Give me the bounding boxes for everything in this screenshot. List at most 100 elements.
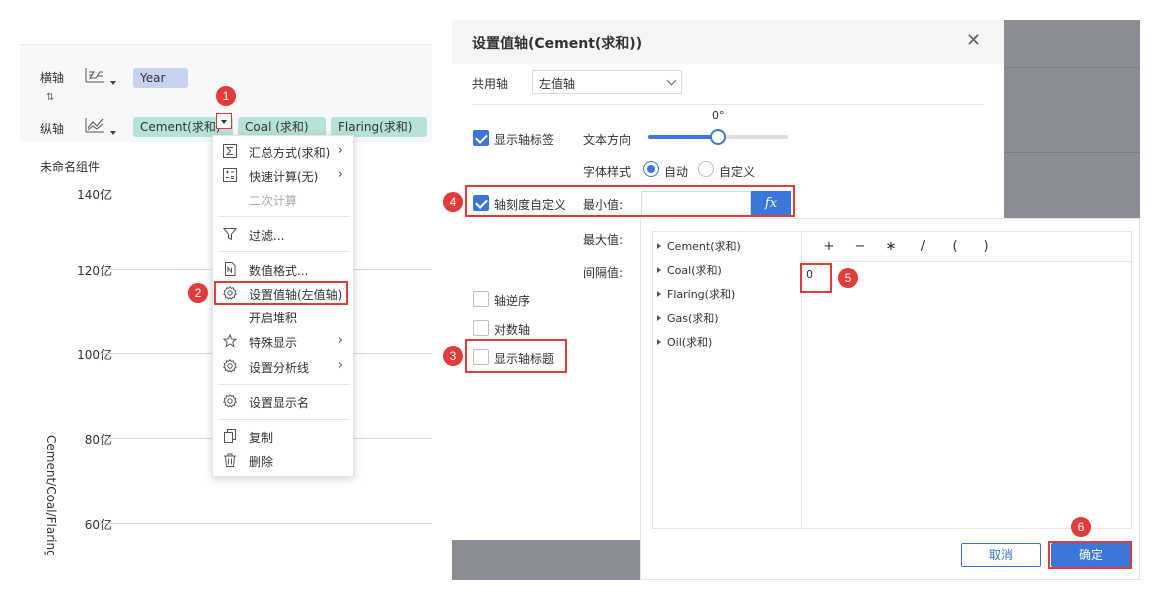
plus-operator-button[interactable]: + [821, 239, 837, 254]
log-axis-label: 对数轴 [494, 323, 531, 337]
menu-item-filter[interactable]: 过滤... [213, 224, 353, 246]
backdrop-grid-line [1004, 152, 1140, 153]
x-axis-field-pill[interactable]: Year [133, 68, 188, 88]
log-axis-checkbox[interactable] [473, 320, 489, 336]
text-direction-label: 文本方向 [583, 133, 632, 147]
font-auto-radio[interactable] [643, 161, 659, 177]
field-tree-item[interactable]: Oil(求和) [657, 334, 712, 350]
grid-line [100, 523, 432, 524]
right-paren-button[interactable]: ) [978, 239, 994, 254]
angle-readout: 0° [712, 109, 725, 122]
gear-icon [223, 394, 237, 408]
formula-editor-popup: Cement(求和) Coal(求和) Flaring(求和) Gas(求和) … [640, 218, 1140, 580]
menu-item-special-display[interactable]: 特殊显示 › [213, 331, 353, 353]
divide-operator-button[interactable]: / [915, 239, 931, 254]
menu-divider [219, 419, 349, 420]
ok-button-highlight [1048, 541, 1132, 569]
y-axis-label: 纵轴 [40, 122, 65, 136]
divider [472, 104, 984, 105]
max-value-label: 最大值: [583, 233, 624, 247]
cancel-button[interactable]: 取消 [961, 543, 1041, 567]
step-badge: 1 [216, 86, 236, 106]
x-axis-chart-type-icon[interactable] [84, 66, 106, 84]
star-icon [222, 333, 238, 348]
y-tick-label: 120亿 [77, 264, 112, 278]
chevron-right-icon: › [337, 358, 343, 373]
set-value-axis-highlight [214, 281, 348, 305]
component-title: 未命名组件 [40, 160, 101, 174]
y-tick-label: 80亿 [84, 433, 112, 447]
chevron-right-icon: › [337, 333, 343, 348]
field-tree: Cement(求和) Coal(求和) Flaring(求和) Gas(求和) … [652, 231, 802, 529]
menu-item-copy[interactable]: 复制 [213, 426, 353, 448]
swap-axes-icon[interactable]: ⇅ [46, 92, 54, 103]
chevron-right-icon: › [337, 167, 343, 182]
menu-item-delete[interactable]: 删除 [213, 450, 353, 472]
gear-icon [223, 359, 237, 373]
field-context-menu: 汇总方式(求和) › 快速计算(无) › 二次计算 过滤... 数值格式... … [212, 135, 354, 477]
caret-right-icon [657, 339, 661, 345]
reverse-axis-label: 轴逆序 [494, 294, 531, 308]
left-paren-button[interactable]: ( [947, 239, 963, 254]
menu-item-set-display-name[interactable]: 设置显示名 [213, 391, 353, 413]
cement-pill-dropdown-button[interactable] [216, 113, 232, 129]
step-badge: 5 [838, 268, 858, 288]
menu-item-enable-stack[interactable]: 开启堆积 [213, 306, 353, 328]
shared-axis-value: 左值轴 [539, 77, 576, 91]
backdrop-grid-line [1004, 67, 1140, 68]
menu-item-quick-calc[interactable]: 快速计算(无) › [213, 165, 353, 187]
number-format-icon [223, 262, 237, 276]
y-field-pill-coal[interactable]: Coal (求和) [238, 117, 326, 137]
shared-axis-select[interactable]: 左值轴 [532, 70, 682, 94]
slider-fill [648, 135, 718, 139]
reverse-axis-checkbox[interactable] [473, 291, 489, 307]
text-direction-slider-thumb[interactable] [710, 129, 726, 145]
multiply-operator-button[interactable]: ∗ [883, 239, 899, 254]
formula-value-highlight [800, 263, 832, 293]
filter-icon [222, 227, 238, 241]
operator-toolbar: + − ∗ / ( ) [802, 232, 1131, 262]
y-axis-chart-type-caret-icon[interactable] [110, 131, 116, 135]
chevron-down-icon [666, 75, 677, 86]
step-badge: 2 [188, 283, 208, 303]
sum-icon [223, 144, 237, 158]
menu-item-analysis-line[interactable]: 设置分析线 › [213, 356, 353, 378]
menu-item-summary-method[interactable]: 汇总方式(求和) › [213, 141, 353, 163]
field-tree-item[interactable]: Flaring(求和) [657, 286, 735, 302]
step-badge: 3 [443, 346, 463, 366]
interval-value-label: 间隔值: [583, 266, 624, 280]
y-axis-title: Cement/Coal/Flaring [44, 435, 58, 555]
dialog-header: 设置值轴(Cement(求和)) ✕ [452, 20, 1004, 64]
y-tick-label: 140亿 [77, 188, 112, 202]
menu-item-number-format[interactable]: 数值格式... [213, 259, 353, 281]
y-field-pill-flaring[interactable]: Flaring(求和) [331, 117, 427, 137]
field-tree-item[interactable]: Cement(求和) [657, 238, 741, 254]
close-icon[interactable]: ✕ [966, 30, 981, 51]
minus-operator-button[interactable]: − [852, 239, 868, 254]
font-custom-radio[interactable] [698, 161, 714, 177]
caret-right-icon [657, 291, 661, 297]
dialog-title: 设置值轴(Cement(求和)) [472, 36, 643, 52]
font-custom-label: 自定义 [719, 165, 756, 179]
caret-right-icon [657, 267, 661, 273]
chevron-right-icon: › [337, 143, 343, 158]
copy-icon [223, 429, 237, 443]
show-axis-label-checkbox[interactable] [473, 130, 489, 146]
x-axis-chart-type-caret-icon[interactable] [110, 81, 116, 85]
font-auto-label: 自动 [664, 165, 689, 179]
custom-scale-highlight [465, 185, 795, 217]
shared-axis-label: 共用轴 [472, 77, 509, 91]
show-axis-label-text: 显示轴标签 [494, 133, 555, 147]
show-axis-title-highlight [465, 339, 567, 373]
field-tree-item[interactable]: Gas(求和) [657, 310, 719, 326]
menu-divider [219, 251, 349, 252]
y-tick-label: 100亿 [77, 348, 112, 362]
trash-icon [223, 453, 237, 467]
y-tick-label: 60亿 [84, 518, 112, 532]
caret-right-icon [657, 315, 661, 321]
step-badge: 6 [1071, 517, 1091, 537]
font-style-label: 字体样式 [583, 165, 632, 179]
y-axis-chart-type-icon[interactable] [84, 116, 106, 134]
field-tree-item[interactable]: Coal(求和) [657, 262, 722, 278]
menu-divider [219, 216, 349, 217]
